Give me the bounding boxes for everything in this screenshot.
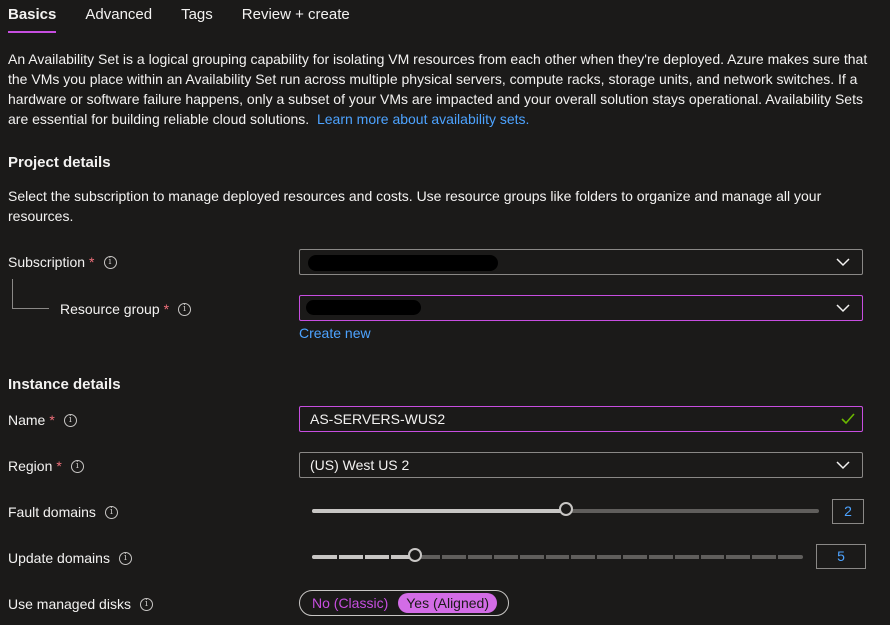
subscription-label: Subscription [8, 254, 86, 270]
tree-connector [12, 279, 13, 308]
managed-disks-label: Use managed disks [8, 596, 131, 612]
resource-group-label-row: Resource group * i [60, 299, 192, 319]
slider-fill [312, 509, 566, 513]
chevron-down-icon [836, 461, 850, 470]
update-domains-value[interactable]: 5 [816, 544, 866, 569]
tab-bar: Basics Advanced Tags Review + create [8, 4, 379, 34]
slider-step-gap [414, 555, 417, 559]
subscription-label-row: Subscription * i [8, 252, 117, 272]
fault-domains-label-row: Fault domains i [8, 502, 118, 522]
subscription-dropdown[interactable] [299, 249, 863, 275]
checkmark-icon [841, 413, 855, 425]
name-label: Name [8, 412, 46, 428]
tab-advanced[interactable]: Advanced [85, 4, 152, 34]
slider-step-gap [440, 555, 443, 559]
region-value: (US) West US 2 [310, 457, 410, 473]
fault-domains-label: Fault domains [8, 504, 96, 520]
info-icon[interactable]: i [103, 255, 117, 269]
info-icon[interactable]: i [118, 551, 132, 565]
region-dropdown[interactable]: (US) West US 2 [299, 452, 863, 478]
tree-connector-branch [12, 308, 49, 309]
managed-disks-option-classic[interactable]: No (Classic) [304, 593, 396, 613]
instance-details-heading: Instance details [8, 376, 121, 393]
slider-step-gap [724, 555, 727, 559]
info-icon[interactable]: i [70, 459, 84, 473]
slider-step-gap [569, 555, 572, 559]
slider-step-gap [336, 555, 339, 559]
fault-domains-slider[interactable] [312, 502, 819, 516]
fault-domains-slider-thumb[interactable] [558, 502, 573, 516]
slider-step-gap [517, 555, 520, 559]
required-marker: * [49, 412, 55, 428]
slider-step-gap [621, 555, 624, 559]
intro-paragraph: An Availability Set is a logical groupin… [8, 49, 868, 129]
slider-step-gap [388, 555, 391, 559]
slider-step-gap [750, 555, 753, 559]
slider-step-gap [672, 555, 675, 559]
slider-step-gap [491, 555, 494, 559]
update-domains-label: Update domains [8, 550, 110, 566]
managed-disks-label-row: Use managed disks i [8, 594, 153, 614]
tab-tags[interactable]: Tags [181, 4, 213, 34]
managed-disks-option-aligned[interactable]: Yes (Aligned) [398, 593, 497, 613]
slider-step-gap [646, 555, 649, 559]
redacted-value [308, 255, 498, 271]
info-icon[interactable]: i [139, 597, 153, 611]
project-details-heading: Project details [8, 154, 111, 171]
name-value: AS-SERVERS-WUS2 [310, 411, 446, 427]
update-domains-label-row: Update domains i [8, 548, 132, 568]
required-marker: * [56, 458, 62, 474]
slider-step-gap [776, 555, 779, 559]
tab-basics[interactable]: Basics [8, 4, 57, 34]
slider-step-gap [362, 555, 365, 559]
create-new-link[interactable]: Create new [299, 325, 371, 341]
slider-step-gap [543, 555, 546, 559]
info-icon[interactable]: i [63, 413, 77, 427]
info-icon[interactable]: i [104, 505, 118, 519]
project-details-description: Select the subscription to manage deploy… [8, 188, 822, 224]
managed-disks-toggle: No (Classic) Yes (Aligned) [299, 590, 509, 616]
chevron-down-icon [836, 258, 850, 267]
slider-step-gap [698, 555, 701, 559]
region-label-row: Region * i [8, 456, 84, 476]
redacted-value [306, 300, 421, 315]
slider-step-gap [595, 555, 598, 559]
name-input[interactable]: AS-SERVERS-WUS2 [299, 406, 863, 432]
required-marker: * [89, 254, 95, 270]
fault-domains-value[interactable]: 2 [832, 499, 864, 524]
tab-review-create[interactable]: Review + create [242, 4, 350, 34]
slider-step-gap [466, 555, 469, 559]
region-label: Region [8, 458, 53, 474]
name-label-row: Name * i [8, 410, 77, 430]
required-marker: * [163, 301, 170, 317]
update-domains-slider[interactable] [312, 548, 803, 562]
resource-group-label: Resource group [60, 301, 160, 317]
chevron-down-icon [836, 304, 850, 313]
info-icon[interactable]: i [178, 302, 192, 316]
learn-more-link[interactable]: Learn more about availability sets. [317, 111, 529, 127]
resource-group-dropdown[interactable] [299, 295, 863, 321]
